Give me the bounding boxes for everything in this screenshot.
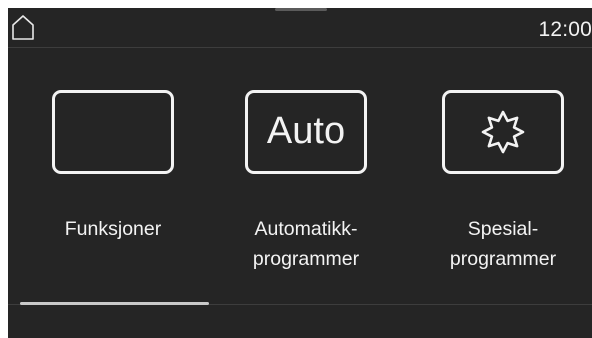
functions-label: Funksjoner	[64, 218, 162, 240]
special-label-line1: Spesial-	[467, 218, 539, 240]
menu-item-auto-programs[interactable]: Auto Automatikk- programmer	[231, 86, 381, 286]
auto-label-line2: programmer	[252, 248, 360, 270]
status-bar: 12:00	[8, 8, 592, 48]
blank-frame-icon	[52, 90, 174, 174]
screen: 12:00 Funksjoner Auto Automatikk- progra…	[8, 8, 592, 338]
menu-item-label: Automatikk- programmer	[231, 214, 381, 274]
menu-item-label: Funksjoner	[38, 214, 188, 244]
special-frame	[442, 90, 564, 174]
starburst-icon	[481, 110, 525, 154]
home-button[interactable]	[10, 13, 36, 41]
auto-icon-text: Auto	[266, 109, 346, 152]
menu-item-label: Spesial- programmer	[428, 214, 578, 274]
home-icon	[12, 15, 34, 40]
clock: 12:00	[538, 18, 592, 41]
menu-item-special-programs[interactable]: Spesial- programmer	[428, 86, 578, 286]
auto-icon: Auto	[245, 90, 367, 174]
special-label-line2: programmer	[449, 248, 557, 270]
auto-label-line1: Automatikk-	[254, 218, 358, 240]
menu-item-functions[interactable]: Funksjoner	[38, 86, 188, 286]
page-indicator	[20, 302, 209, 305]
